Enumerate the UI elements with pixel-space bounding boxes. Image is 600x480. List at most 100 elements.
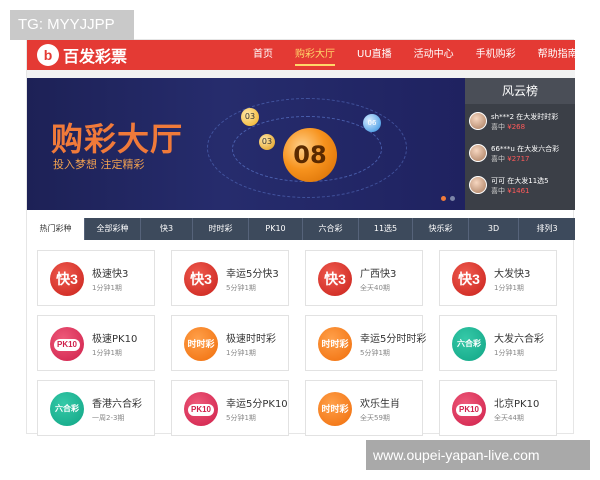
lottery-ball-icon: 03 — [241, 108, 259, 126]
game-frequency: 1分钟1期 — [226, 349, 256, 357]
carousel-dot[interactable] — [450, 196, 455, 201]
tab-happy[interactable]: 快乐彩 — [413, 218, 469, 240]
leaderboard-win: 喜中 ¥268 — [491, 123, 526, 131]
watermark-bottom-right: www.oupei-yapan-live.com — [366, 440, 590, 470]
tab-11x5[interactable]: 11选5 — [359, 218, 413, 240]
game-name: 大发六合彩 — [494, 334, 544, 345]
tab-all[interactable]: 全部彩种 — [85, 218, 141, 240]
game-frequency: 1分钟1期 — [92, 349, 122, 357]
avatar — [469, 112, 487, 130]
ssc-icon: 时时彩 — [318, 392, 352, 426]
pk10-icon: PK10 — [184, 392, 218, 426]
game-card[interactable]: 六合彩 香港六合彩 一周2-3期 — [37, 380, 155, 436]
lhc-icon: 六合彩 — [452, 327, 486, 361]
tab-lhc[interactable]: 六合彩 — [303, 218, 359, 240]
game-name: 北京PK10 — [494, 399, 540, 410]
tab-pl3[interactable]: 排列3 — [519, 218, 575, 240]
promo-banner[interactable]: 购彩大厅 投入梦想 注定精彩 03 03 06 08 — [27, 78, 465, 210]
game-name: 极速时时彩 — [226, 334, 276, 345]
avatar — [469, 144, 487, 162]
game-card[interactable]: PK10 极速PK10 1分钟1期 — [37, 315, 155, 371]
nav-home[interactable]: 首页 — [253, 40, 273, 70]
logo-icon: b — [37, 44, 59, 66]
k3-icon: 快3 — [318, 262, 352, 296]
tab-ssc[interactable]: 时时彩 — [193, 218, 249, 240]
ssc-icon: 时时彩 — [318, 327, 352, 361]
leaderboard-win: 喜中 ¥1461 — [491, 187, 530, 195]
leaderboard-win: 喜中 ¥2717 — [491, 155, 530, 163]
leaderboard-panel: 风云榜 sh***2 在大发时时彩 喜中 ¥268 66***u 在大发六合彩 … — [465, 78, 575, 210]
leaderboard-line: 66***u 在大发六合彩 — [491, 145, 560, 153]
game-frequency: 5分钟1期 — [226, 284, 256, 292]
game-name: 香港六合彩 — [92, 399, 142, 410]
leaderboard-title: 风云榜 — [465, 78, 575, 104]
game-card[interactable]: 时时彩 极速时时彩 1分钟1期 — [171, 315, 289, 371]
game-name: 极速快3 — [92, 269, 129, 280]
game-frequency: 5分钟1期 — [360, 349, 390, 357]
game-frequency: 1分钟1期 — [494, 349, 524, 357]
tab-k3[interactable]: 快3 — [141, 218, 193, 240]
game-card[interactable]: PK10 幸运5分PK10 5分钟1期 — [171, 380, 289, 436]
pk10-label: PK10 — [53, 339, 80, 351]
nav-uu-live[interactable]: UU直播 — [357, 40, 392, 70]
banner-title: 购彩大厅 — [51, 120, 184, 158]
nav-help[interactable]: 帮助指南 — [538, 40, 578, 70]
category-tabs: 热门彩种 全部彩种 快3 时时彩 PK10 六合彩 11选5 快乐彩 3D 排列… — [27, 218, 575, 240]
game-frequency: 1分钟1期 — [92, 284, 122, 292]
carousel-dot[interactable] — [441, 196, 446, 201]
leaderboard-item: sh***2 在大发时时彩 喜中 ¥268 — [469, 110, 573, 138]
pk10-icon: PK10 — [452, 392, 486, 426]
nav-events[interactable]: 活动中心 — [414, 40, 454, 70]
tab-hot[interactable]: 热门彩种 — [27, 218, 85, 240]
leaderboard-item: 66***u 在大发六合彩 喜中 ¥2717 — [469, 142, 573, 170]
nav-lottery-hall[interactable]: 购彩大厅 — [295, 42, 335, 66]
k3-icon: 快3 — [50, 262, 84, 296]
game-name: 广西快3 — [360, 269, 397, 280]
game-frequency: 全天44期 — [494, 414, 524, 422]
main-nav: 首页 购彩大厅 UU直播 活动中心 手机购彩 帮助指南 — [253, 40, 600, 70]
game-card[interactable]: 时时彩 欢乐生肖 全天59期 — [305, 380, 423, 436]
leaderboard-line: sh***2 在大发时时彩 — [491, 113, 559, 121]
divider — [27, 70, 575, 78]
k3-icon: 快3 — [452, 262, 486, 296]
leaderboard-line: 可可 在大发11选5 — [491, 177, 549, 185]
lottery-ball-icon: 03 — [259, 134, 275, 150]
game-name: 幸运5分快3 — [226, 269, 279, 280]
game-frequency: 1分钟1期 — [494, 284, 524, 292]
game-card[interactable]: PK10 北京PK10 全天44期 — [439, 380, 557, 436]
game-card[interactable]: 六合彩 大发六合彩 1分钟1期 — [439, 315, 557, 371]
logo-text: 百发彩票 — [63, 47, 128, 66]
tab-3d[interactable]: 3D — [469, 218, 519, 240]
nav-mobile[interactable]: 手机购彩 — [476, 40, 516, 70]
lottery-ball-big-icon: 08 — [283, 128, 337, 182]
game-name: 欢乐生肖 — [360, 399, 400, 410]
game-card[interactable]: 快3 大发快3 1分钟1期 — [439, 250, 557, 306]
pk10-label: PK10 — [455, 404, 482, 416]
game-frequency: 全天40期 — [360, 284, 390, 292]
lottery-page: b 百发彩票 首页 购彩大厅 UU直播 活动中心 手机购彩 帮助指南 购彩大厅 … — [26, 39, 578, 436]
game-name: 幸运5分PK10 — [226, 399, 288, 410]
lhc-icon: 六合彩 — [50, 392, 84, 426]
game-name: 极速PK10 — [92, 334, 138, 345]
lottery-ball-icon: 06 — [363, 114, 381, 132]
game-card[interactable]: 快3 幸运5分快3 5分钟1期 — [171, 250, 289, 306]
game-card[interactable]: 快3 极速快3 1分钟1期 — [37, 250, 155, 306]
game-card[interactable]: 时时彩 幸运5分时时彩 5分钟1期 — [305, 315, 427, 371]
banner-subtitle: 投入梦想 注定精彩 — [53, 158, 145, 171]
logo[interactable]: b 百发彩票 — [37, 44, 127, 66]
game-frequency: 全天59期 — [360, 414, 390, 422]
pk10-icon: PK10 — [50, 327, 84, 361]
top-nav-bar: b 百发彩票 首页 购彩大厅 UU直播 活动中心 手机购彩 帮助指南 — [27, 40, 578, 70]
ssc-icon: 时时彩 — [184, 327, 218, 361]
pk10-label: PK10 — [187, 404, 214, 416]
game-name: 幸运5分时时彩 — [360, 334, 427, 345]
game-name: 大发快3 — [494, 269, 531, 280]
k3-icon: 快3 — [184, 262, 218, 296]
tab-pk10[interactable]: PK10 — [249, 218, 303, 240]
leaderboard-item: 可可 在大发11选5 喜中 ¥1461 — [469, 174, 573, 202]
carousel-dots — [441, 196, 455, 201]
game-frequency: 5分钟1期 — [226, 414, 256, 422]
watermark-top-left: TG: MYYJJPP — [10, 10, 134, 40]
game-card[interactable]: 快3 广西快3 全天40期 — [305, 250, 423, 306]
game-frequency: 一周2-3期 — [92, 414, 125, 422]
